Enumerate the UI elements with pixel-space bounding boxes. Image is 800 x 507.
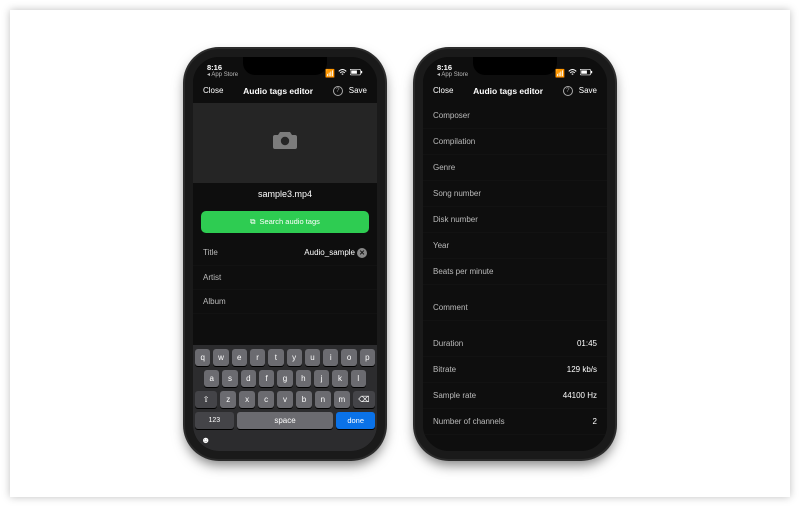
key-w[interactable]: w bbox=[213, 349, 228, 366]
artwork-placeholder[interactable] bbox=[193, 103, 377, 183]
keyboard: q w e r t y u i o p a s d f g h j k l bbox=[193, 345, 377, 451]
close-button[interactable]: Close bbox=[203, 86, 223, 95]
phone-right: 8:16 ◂ App Store 📶 Close Audio tags edit… bbox=[415, 49, 615, 459]
field-label: Artist bbox=[203, 273, 221, 282]
search-audio-tags-button[interactable]: ⧉ Search audio tags bbox=[201, 211, 369, 233]
field-composer[interactable]: Composer bbox=[423, 103, 607, 129]
key-q[interactable]: q bbox=[195, 349, 210, 366]
notch bbox=[243, 57, 327, 75]
nav-bar: Close Audio tags editor ? Save bbox=[193, 79, 377, 103]
camera-icon bbox=[272, 130, 298, 156]
key-a[interactable]: a bbox=[204, 370, 219, 387]
phone-left: 8:16 ◂ App Store 📶 Close Audio tags edit… bbox=[185, 49, 385, 459]
key-c[interactable]: c bbox=[258, 391, 274, 408]
signal-icon: 📶 bbox=[555, 69, 565, 78]
status-back-to-appstore[interactable]: ◂ App Store bbox=[207, 72, 238, 78]
field-label: Title bbox=[203, 248, 218, 257]
help-icon[interactable]: ? bbox=[333, 86, 343, 96]
key-k[interactable]: k bbox=[332, 370, 347, 387]
info-channels: Number of channels2 bbox=[423, 409, 607, 435]
key-j[interactable]: j bbox=[314, 370, 329, 387]
search-button-label: Search audio tags bbox=[259, 217, 319, 226]
field-album[interactable]: Album bbox=[193, 290, 377, 314]
key-f[interactable]: f bbox=[259, 370, 274, 387]
battery-icon bbox=[580, 69, 593, 78]
close-button[interactable]: Close bbox=[433, 86, 453, 95]
nav-title: Audio tags editor bbox=[473, 86, 543, 96]
save-button[interactable]: Save bbox=[579, 86, 597, 95]
key-r[interactable]: r bbox=[250, 349, 265, 366]
key-x[interactable]: x bbox=[239, 391, 255, 408]
key-y[interactable]: y bbox=[287, 349, 302, 366]
key-o[interactable]: o bbox=[341, 349, 356, 366]
key-backspace[interactable]: ⌫ bbox=[353, 391, 375, 408]
field-disk-number[interactable]: Disk number bbox=[423, 207, 607, 233]
key-shift[interactable]: ⇧ bbox=[195, 391, 217, 408]
key-l[interactable]: l bbox=[351, 370, 366, 387]
key-b[interactable]: b bbox=[296, 391, 312, 408]
key-g[interactable]: g bbox=[277, 370, 292, 387]
field-genre[interactable]: Genre bbox=[423, 155, 607, 181]
key-n[interactable]: n bbox=[315, 391, 331, 408]
clear-input-icon[interactable]: ✕ bbox=[357, 248, 367, 258]
battery-icon bbox=[350, 69, 363, 78]
info-duration: Duration01:45 bbox=[423, 331, 607, 357]
emoji-key-icon[interactable]: ☻ bbox=[201, 435, 210, 445]
search-icon: ⧉ bbox=[250, 217, 255, 227]
filename-label: sample3.mp4 bbox=[258, 189, 312, 199]
key-z[interactable]: z bbox=[220, 391, 236, 408]
key-i[interactable]: i bbox=[323, 349, 338, 366]
key-d[interactable]: d bbox=[241, 370, 256, 387]
info-bitrate: Bitrate129 kb/s bbox=[423, 357, 607, 383]
tag-list: Composer Compilation Genre Song number D… bbox=[423, 103, 607, 451]
key-p[interactable]: p bbox=[360, 349, 375, 366]
field-artist[interactable]: Artist bbox=[193, 266, 377, 290]
field-label: Album bbox=[203, 297, 226, 306]
wifi-icon bbox=[338, 69, 347, 78]
signal-icon: 📶 bbox=[325, 69, 335, 78]
field-song-number[interactable]: Song number bbox=[423, 181, 607, 207]
info-sample-rate: Sample rate44100 Hz bbox=[423, 383, 607, 409]
key-123[interactable]: 123 bbox=[195, 412, 234, 429]
field-year[interactable]: Year bbox=[423, 233, 607, 259]
nav-bar: Close Audio tags editor ? Save bbox=[423, 79, 607, 103]
notch bbox=[473, 57, 557, 75]
key-u[interactable]: u bbox=[305, 349, 320, 366]
key-s[interactable]: s bbox=[222, 370, 237, 387]
key-v[interactable]: v bbox=[277, 391, 293, 408]
key-t[interactable]: t bbox=[268, 349, 283, 366]
field-comment[interactable]: Comment bbox=[423, 295, 607, 321]
save-button[interactable]: Save bbox=[349, 86, 367, 95]
key-space[interactable]: space bbox=[237, 412, 334, 429]
status-time: 8:16 bbox=[207, 64, 238, 72]
wifi-icon bbox=[568, 69, 577, 78]
status-time: 8:16 bbox=[437, 64, 468, 72]
status-back-to-appstore[interactable]: ◂ App Store bbox=[437, 72, 468, 78]
field-title[interactable]: Title Audio_sample ✕ bbox=[193, 241, 377, 266]
key-h[interactable]: h bbox=[296, 370, 311, 387]
nav-title: Audio tags editor bbox=[243, 86, 313, 96]
help-icon[interactable]: ? bbox=[563, 86, 573, 96]
field-compilation[interactable]: Compilation bbox=[423, 129, 607, 155]
key-e[interactable]: e bbox=[232, 349, 247, 366]
key-done[interactable]: done bbox=[336, 412, 375, 429]
field-bpm[interactable]: Beats per minute bbox=[423, 259, 607, 285]
key-m[interactable]: m bbox=[334, 391, 350, 408]
title-input-value[interactable]: Audio_sample bbox=[304, 248, 355, 257]
